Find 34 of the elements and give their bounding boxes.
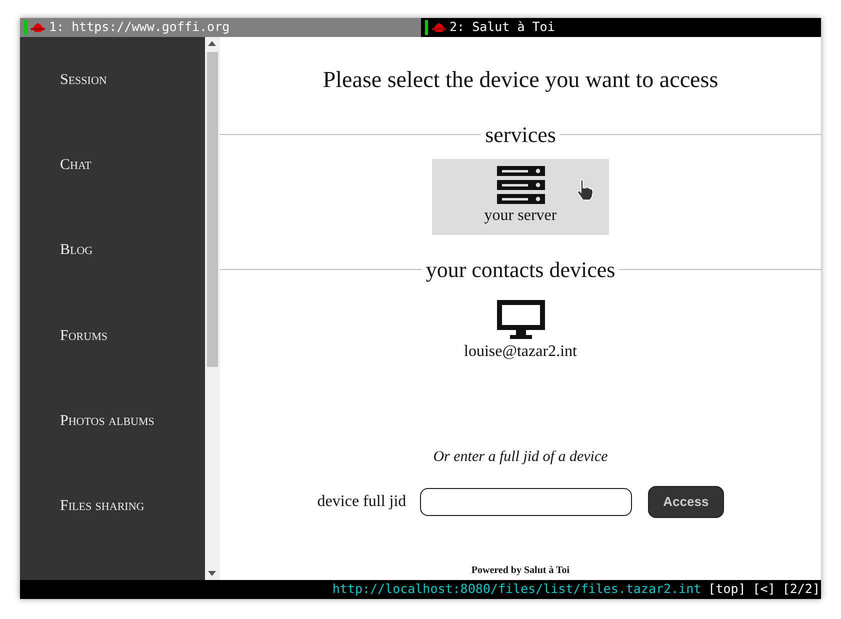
tab[interactable]: 1: https://www.goffi.org xyxy=(20,18,420,37)
tab-label: 1: https://www.goffi.org xyxy=(49,18,230,36)
sidebar-item[interactable]: Blog xyxy=(60,239,205,325)
logo-icon xyxy=(432,22,446,32)
scroll-up-icon[interactable] xyxy=(208,41,216,46)
page-title: Please select the device you want to access xyxy=(322,66,718,94)
field-label: device full jid xyxy=(317,492,406,512)
access-button[interactable]: Access xyxy=(648,486,724,518)
scrollbar[interactable] xyxy=(205,37,220,580)
monitor-icon xyxy=(496,300,544,340)
status-history: [<] xyxy=(752,580,776,598)
sidebar-item[interactable]: Session xyxy=(60,69,205,154)
scroll-down-icon[interactable] xyxy=(208,571,216,576)
device-tile[interactable]: louise@tazar2.int xyxy=(432,294,609,370)
section-heading: your contacts devices xyxy=(426,256,616,284)
tab-label: 2: Salut à Toi xyxy=(450,18,555,36)
pointer-icon xyxy=(575,178,595,200)
status-url: http://localhost:8080/files/list/files.tazar2.int xyxy=(332,580,702,598)
jid-input-field[interactable] xyxy=(420,488,632,516)
status-tab-index: [2/2] xyxy=(782,580,820,598)
device-tile[interactable]: your server xyxy=(432,158,609,234)
sidebar-item[interactable]: Files sharing xyxy=(60,494,205,580)
sidebar-item[interactable]: Forums xyxy=(60,324,205,410)
device-label: louise@tazar2.int xyxy=(464,342,577,362)
footer-text: Powered by Salut à Toi xyxy=(471,564,570,578)
status-position: [top] xyxy=(708,580,746,598)
logo-icon xyxy=(31,22,45,32)
sidebar-item[interactable]: Photos albums xyxy=(60,410,205,495)
section-heading: services xyxy=(485,120,556,148)
sidebar-item[interactable]: Chat xyxy=(60,154,205,240)
tab[interactable]: 2: Salut à Toi xyxy=(420,18,821,37)
device-label: your server xyxy=(484,206,557,226)
server-icon xyxy=(496,166,544,204)
hint-text: Or enter a full jid of a device xyxy=(433,448,608,466)
